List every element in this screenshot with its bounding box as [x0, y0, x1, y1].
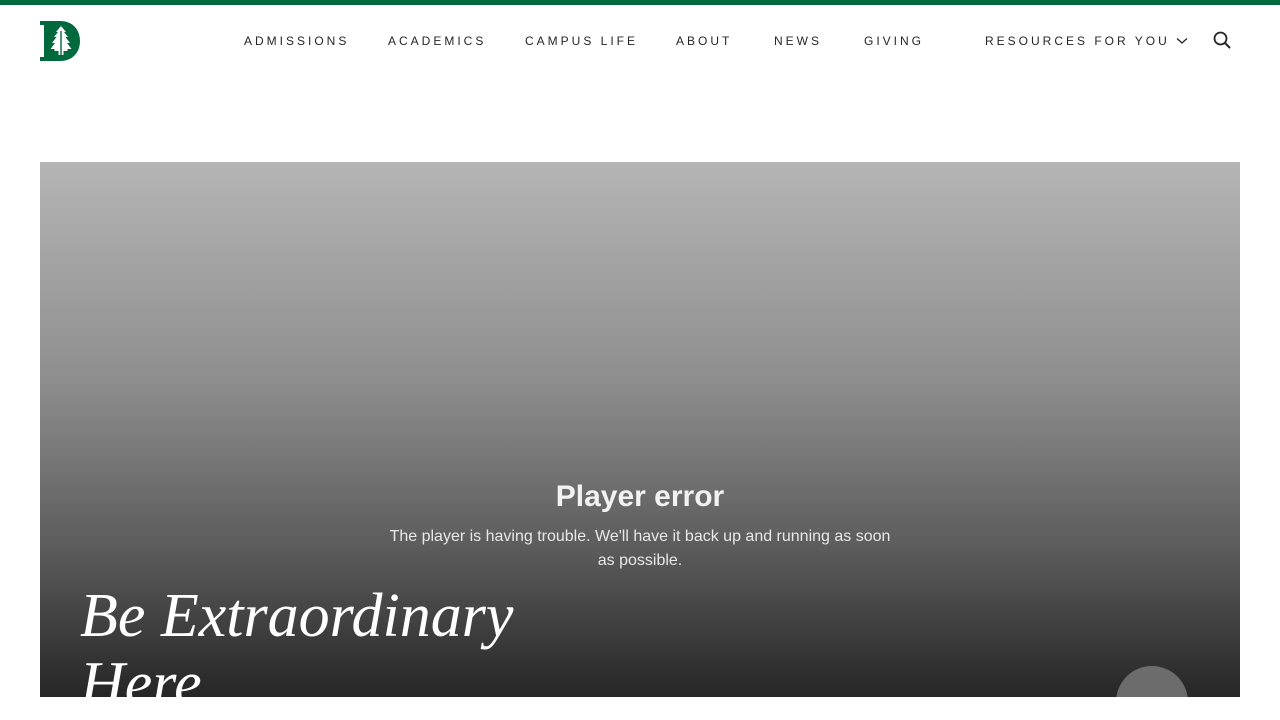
- hero-headline: Be Extraordinary Here: [80, 582, 514, 697]
- hero-video-player[interactable]: Player error The player is having troubl…: [40, 162, 1240, 697]
- video-control-button[interactable]: [1116, 666, 1188, 697]
- player-error-title: Player error: [555, 480, 725, 513]
- nav-item-news[interactable]: NEWS: [774, 34, 822, 48]
- nav-item-academics[interactable]: ACADEMICS: [388, 34, 486, 48]
- player-error-message: The player is having trouble. We'll have…: [389, 528, 891, 569]
- search-icon[interactable]: [1213, 31, 1231, 49]
- nav-item-about[interactable]: ABOUT: [676, 34, 732, 48]
- pine-tree-logo-icon: [40, 21, 80, 61]
- site-header: ADMISSIONS ACADEMICS CAMPUS LIFE ABOUT N…: [0, 5, 1280, 77]
- resources-for-you-dropdown[interactable]: RESOURCES FOR YOU: [985, 34, 1188, 48]
- dartmouth-logo[interactable]: [40, 21, 80, 61]
- nav-item-giving[interactable]: GIVING: [864, 34, 924, 48]
- chevron-down-icon: [1176, 38, 1188, 44]
- nav-item-campus-life[interactable]: CAMPUS LIFE: [525, 34, 638, 48]
- resources-label: RESOURCES FOR YOU: [985, 34, 1170, 48]
- nav-item-admissions[interactable]: ADMISSIONS: [244, 34, 349, 48]
